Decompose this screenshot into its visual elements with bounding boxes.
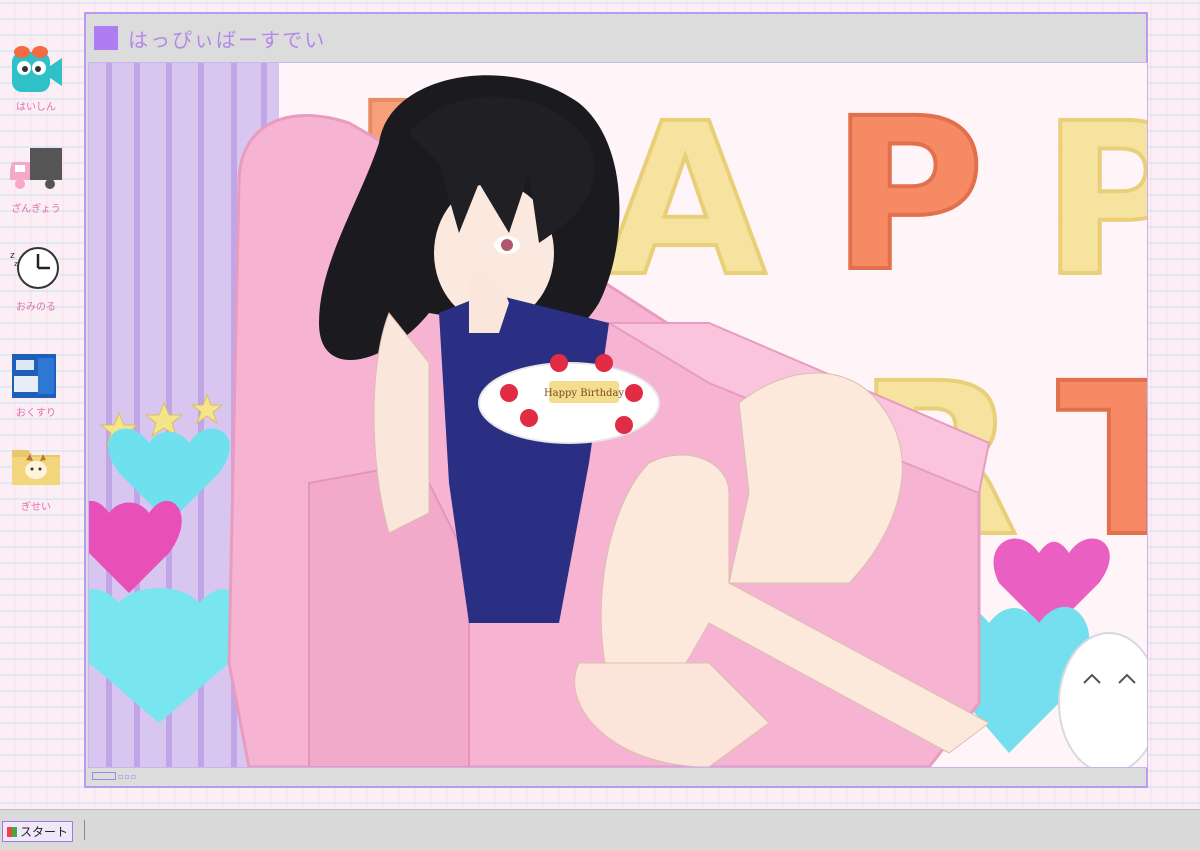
balloon-letter-p2: P bbox=[1041, 78, 1147, 323]
desktop-icon-haishin[interactable]: はいしん bbox=[8, 44, 64, 114]
desktop-icon-zangyou[interactable]: ざんぎょう bbox=[8, 146, 64, 216]
window-titlebar[interactable]: はっぴぃばーすでい bbox=[86, 14, 1146, 62]
balloon-letter-p1: P bbox=[831, 73, 985, 318]
start-label: スタート bbox=[20, 825, 69, 839]
taskbar-separator bbox=[84, 820, 85, 840]
video-camera-icon bbox=[8, 44, 64, 100]
status-indicator bbox=[92, 772, 116, 780]
desktop-icon-gisei[interactable]: ぎせい bbox=[8, 444, 64, 514]
purple-square-icon bbox=[94, 26, 118, 50]
cat-folder-icon bbox=[8, 444, 64, 500]
svg-text:z: z bbox=[14, 260, 18, 268]
taskbar: スタート bbox=[0, 809, 1200, 850]
desktop-icon-label: おくすり bbox=[16, 408, 56, 419]
artwork-canvas: H A P P R T bbox=[88, 62, 1148, 768]
truck-icon bbox=[8, 146, 64, 202]
desktop-icon-okusuri[interactable]: おくすり bbox=[8, 350, 64, 420]
desktop-icon-label: おみのる bbox=[16, 302, 56, 313]
desktop-icon-label: ざんぎょう bbox=[11, 204, 61, 215]
window-statusbar: ▫▫▫ bbox=[88, 766, 1146, 784]
clock-icon: z z bbox=[8, 244, 64, 300]
desktop-icon-label: ぎせい bbox=[21, 502, 51, 513]
desktop-icon-omimoru[interactable]: z z おみのる bbox=[8, 244, 64, 314]
window-title: はっぴぃばーすでい bbox=[128, 28, 327, 52]
app-window[interactable]: はっぴぃばーすでい H A P P R T bbox=[84, 12, 1148, 788]
start-button[interactable]: スタート bbox=[2, 821, 74, 842]
balloon-letter-a: A bbox=[604, 78, 767, 323]
medicine-box-icon bbox=[8, 350, 64, 406]
desktop-icon-label: はいしん bbox=[16, 102, 56, 113]
status-dots: ▫▫▫ bbox=[118, 772, 138, 781]
birthday-illustration: H A P P R T bbox=[89, 63, 1147, 767]
cake-plaque-text: Happy Birthday bbox=[544, 388, 624, 399]
start-flag-icon bbox=[7, 826, 17, 837]
